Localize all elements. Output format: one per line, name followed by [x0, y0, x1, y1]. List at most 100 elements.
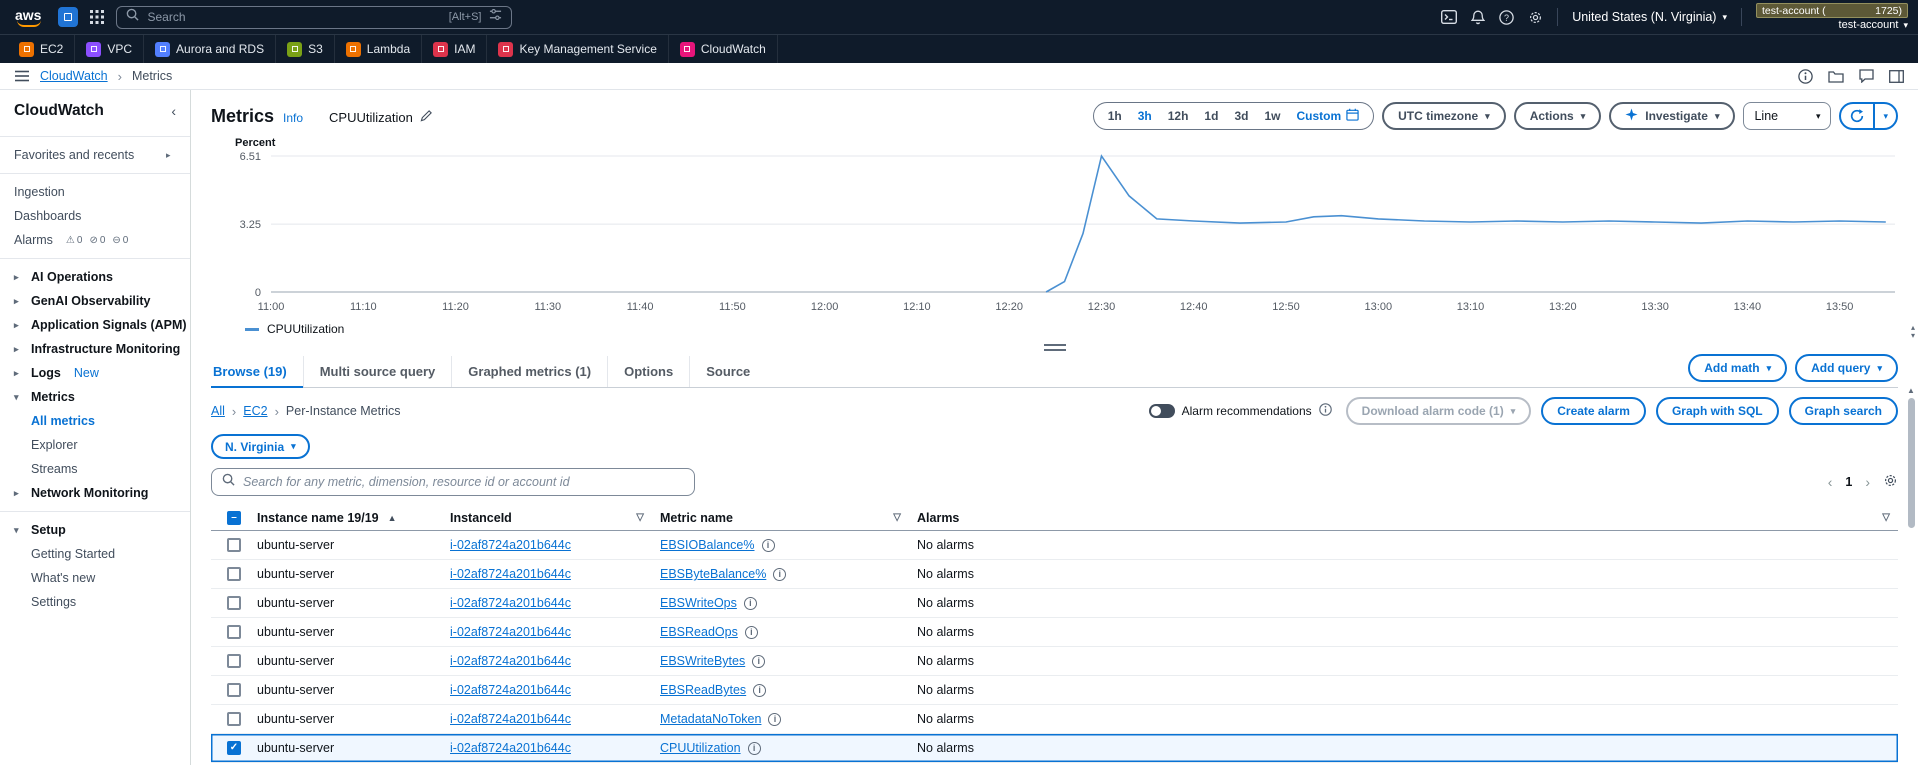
- sidebar-item-dashboards[interactable]: Dashboards: [0, 204, 190, 228]
- metric-info-icon[interactable]: i: [768, 712, 782, 726]
- row-checkbox[interactable]: [227, 683, 241, 697]
- metric-info-icon[interactable]: i: [753, 683, 767, 697]
- tab-source[interactable]: Source: [689, 356, 766, 387]
- add-query-button[interactable]: Add query ▾: [1795, 354, 1898, 382]
- favorites-bar-item-cloudwatch[interactable]: CloudWatch: [669, 35, 778, 63]
- info-icon[interactable]: [1798, 68, 1813, 84]
- refresh-options-caret[interactable]: ▾: [1875, 104, 1896, 128]
- create-alarm-button[interactable]: Create alarm: [1541, 397, 1646, 425]
- sidebar-section-application-signals-apm[interactable]: ▸ Application Signals (APM): [0, 313, 190, 337]
- instance-id-link[interactable]: i-02af8724a201b644c: [450, 625, 571, 639]
- favorites-bar-item-vpc[interactable]: VPC: [75, 35, 145, 63]
- row-checkbox[interactable]: [227, 712, 241, 726]
- table-row[interactable]: ✓ ubuntu-server i-02af8724a201b644c CPUUtil…: [211, 734, 1898, 763]
- sidebar-item-explorer[interactable]: Explorer: [0, 433, 190, 457]
- folder-icon[interactable]: [1828, 70, 1844, 83]
- add-math-button[interactable]: Add math ▾: [1688, 354, 1788, 382]
- actions-button[interactable]: Actions ▾: [1513, 102, 1602, 130]
- instance-id-link[interactable]: i-02af8724a201b644c: [450, 712, 571, 726]
- sidebar-item-all-metrics[interactable]: All metrics: [0, 409, 190, 433]
- filter-icon[interactable]: ▽: [893, 512, 901, 523]
- tab-multi-source-query[interactable]: Multi source query: [302, 356, 452, 387]
- time-range-3d[interactable]: 3d: [1226, 109, 1256, 123]
- time-range-custom[interactable]: Custom: [1288, 108, 1367, 124]
- alarm-recommendations-info-icon[interactable]: [1318, 403, 1332, 419]
- metrics-chart[interactable]: 6.51 3.25 0 Percent 11:00 11:10 11:20 11:30 11:4…: [211, 136, 1897, 316]
- select-all-checkbox[interactable]: –: [227, 510, 241, 525]
- table-row[interactable]: ubuntu-server i-02af8724a201b644c EBSReadB…: [211, 676, 1898, 705]
- previous-page-icon[interactable]: ‹: [1828, 474, 1833, 490]
- favorites-bar-item-aurora-and-rds[interactable]: Aurora and RDS: [144, 35, 277, 63]
- panel-scroll-arrows[interactable]: ▴ ▾: [1911, 324, 1915, 340]
- column-header-instance-name[interactable]: Instance name 19/19 ▲: [257, 511, 450, 525]
- instance-id-link[interactable]: i-02af8724a201b644c: [450, 538, 571, 552]
- resize-grip[interactable]: [1043, 344, 1066, 351]
- sidebar-item-streams[interactable]: Streams: [0, 457, 190, 481]
- metric-name-link[interactable]: EBSWriteBytes: [660, 654, 745, 668]
- metric-info-icon[interactable]: i: [761, 538, 775, 552]
- console-home-icon[interactable]: [58, 7, 79, 27]
- feedback-icon[interactable]: [1859, 69, 1874, 83]
- filter-icon[interactable]: ▽: [636, 512, 644, 523]
- edit-pencil-icon[interactable]: [420, 109, 433, 125]
- services-menu-icon[interactable]: [90, 10, 105, 24]
- tab-graphed-metrics-1[interactable]: Graphed metrics (1): [451, 356, 607, 387]
- breadcrumb-ec2-link[interactable]: EC2: [243, 404, 267, 418]
- instance-id-link[interactable]: i-02af8724a201b644c: [450, 567, 571, 581]
- metric-info-icon[interactable]: i: [743, 596, 757, 610]
- scroll-down-icon[interactable]: ▾: [1911, 332, 1915, 340]
- favorites-bar-item-iam[interactable]: IAM: [422, 35, 488, 63]
- investigate-button[interactable]: Investigate ▾: [1609, 102, 1736, 130]
- sidebar-section-network-monitoring[interactable]: ▸ Network Monitoring: [0, 481, 190, 505]
- alarm-recommendations-toggle[interactable]: [1148, 404, 1175, 418]
- sidebar-section-ai-operations[interactable]: ▸ AI Operations: [0, 265, 190, 289]
- time-range-1w[interactable]: 1w: [1256, 109, 1288, 123]
- sidebar-section-setup[interactable]: ▾ Setup: [0, 518, 190, 542]
- instance-id-link[interactable]: i-02af8724a201b644c: [450, 596, 571, 610]
- instance-id-link[interactable]: i-02af8724a201b644c: [450, 741, 571, 755]
- row-checkbox[interactable]: [227, 654, 241, 668]
- download-alarm-code-button[interactable]: Download alarm code (1) ▾: [1345, 397, 1532, 425]
- metric-info-icon[interactable]: i: [747, 741, 761, 755]
- search-settings-icon[interactable]: [489, 8, 502, 26]
- refresh-button[interactable]: ▾: [1839, 102, 1898, 130]
- favorites-bar-item-lambda[interactable]: Lambda: [335, 35, 423, 63]
- legend-label[interactable]: CPUUtilization: [267, 322, 344, 336]
- favorites-bar-item-key-management-service[interactable]: Key Management Service: [487, 35, 669, 63]
- row-checkbox[interactable]: [227, 567, 241, 581]
- sidebar-collapse-icon[interactable]: ‹: [171, 103, 176, 119]
- time-range-3h[interactable]: 3h: [1130, 109, 1160, 123]
- sort-ascending-icon[interactable]: ▲: [388, 513, 397, 523]
- row-checkbox[interactable]: [227, 538, 241, 552]
- graph-with-sql-button[interactable]: Graph with SQL: [1655, 397, 1779, 425]
- account-badge[interactable]: test-account ( 1725): [1756, 3, 1908, 18]
- global-search-input[interactable]: [147, 10, 441, 24]
- vertical-scrollbar[interactable]: ▲: [1905, 386, 1917, 763]
- table-row[interactable]: ubuntu-server i-02af8724a201b644c Metadata…: [211, 705, 1898, 734]
- time-range-1d[interactable]: 1d: [1196, 109, 1226, 123]
- metric-search-box[interactable]: [211, 468, 695, 496]
- row-checkbox[interactable]: [227, 596, 241, 610]
- metric-info-icon[interactable]: i: [773, 567, 787, 581]
- metric-name-link[interactable]: EBSIOBalance%: [660, 538, 755, 552]
- time-range-12h[interactable]: 12h: [1160, 109, 1197, 123]
- sidebar-item-what-s-new[interactable]: What's new: [0, 566, 190, 590]
- breadcrumb-all-link[interactable]: All: [211, 404, 225, 418]
- filter-icon[interactable]: ▽: [1882, 512, 1890, 523]
- account-menu[interactable]: test-account ( 1725) test-account ▾: [1756, 3, 1908, 31]
- metric-search-input[interactable]: [243, 475, 684, 489]
- table-row[interactable]: ubuntu-server i-02af8724a201b644c EBSReadO…: [211, 618, 1898, 647]
- sidebar-section-logs[interactable]: ▸ Logs New: [0, 361, 190, 385]
- region-selector[interactable]: United States (N. Virginia) ▾: [1572, 10, 1727, 24]
- help-icon[interactable]: ?: [1499, 9, 1514, 25]
- metric-name-link[interactable]: EBSReadBytes: [660, 683, 746, 697]
- tab-options[interactable]: Options: [607, 356, 689, 387]
- metric-info-icon[interactable]: i: [744, 625, 758, 639]
- metric-info-icon[interactable]: i: [752, 654, 766, 668]
- row-checkbox[interactable]: [227, 625, 241, 639]
- page-number[interactable]: 1: [1845, 475, 1852, 489]
- metric-name-link[interactable]: EBSWriteOps: [660, 596, 737, 610]
- sidebar-item-settings[interactable]: Settings: [0, 590, 190, 614]
- metric-name-link[interactable]: EBSReadOps: [660, 625, 738, 639]
- sidebar-section-genai-observability[interactable]: ▸ GenAI Observability: [0, 289, 190, 313]
